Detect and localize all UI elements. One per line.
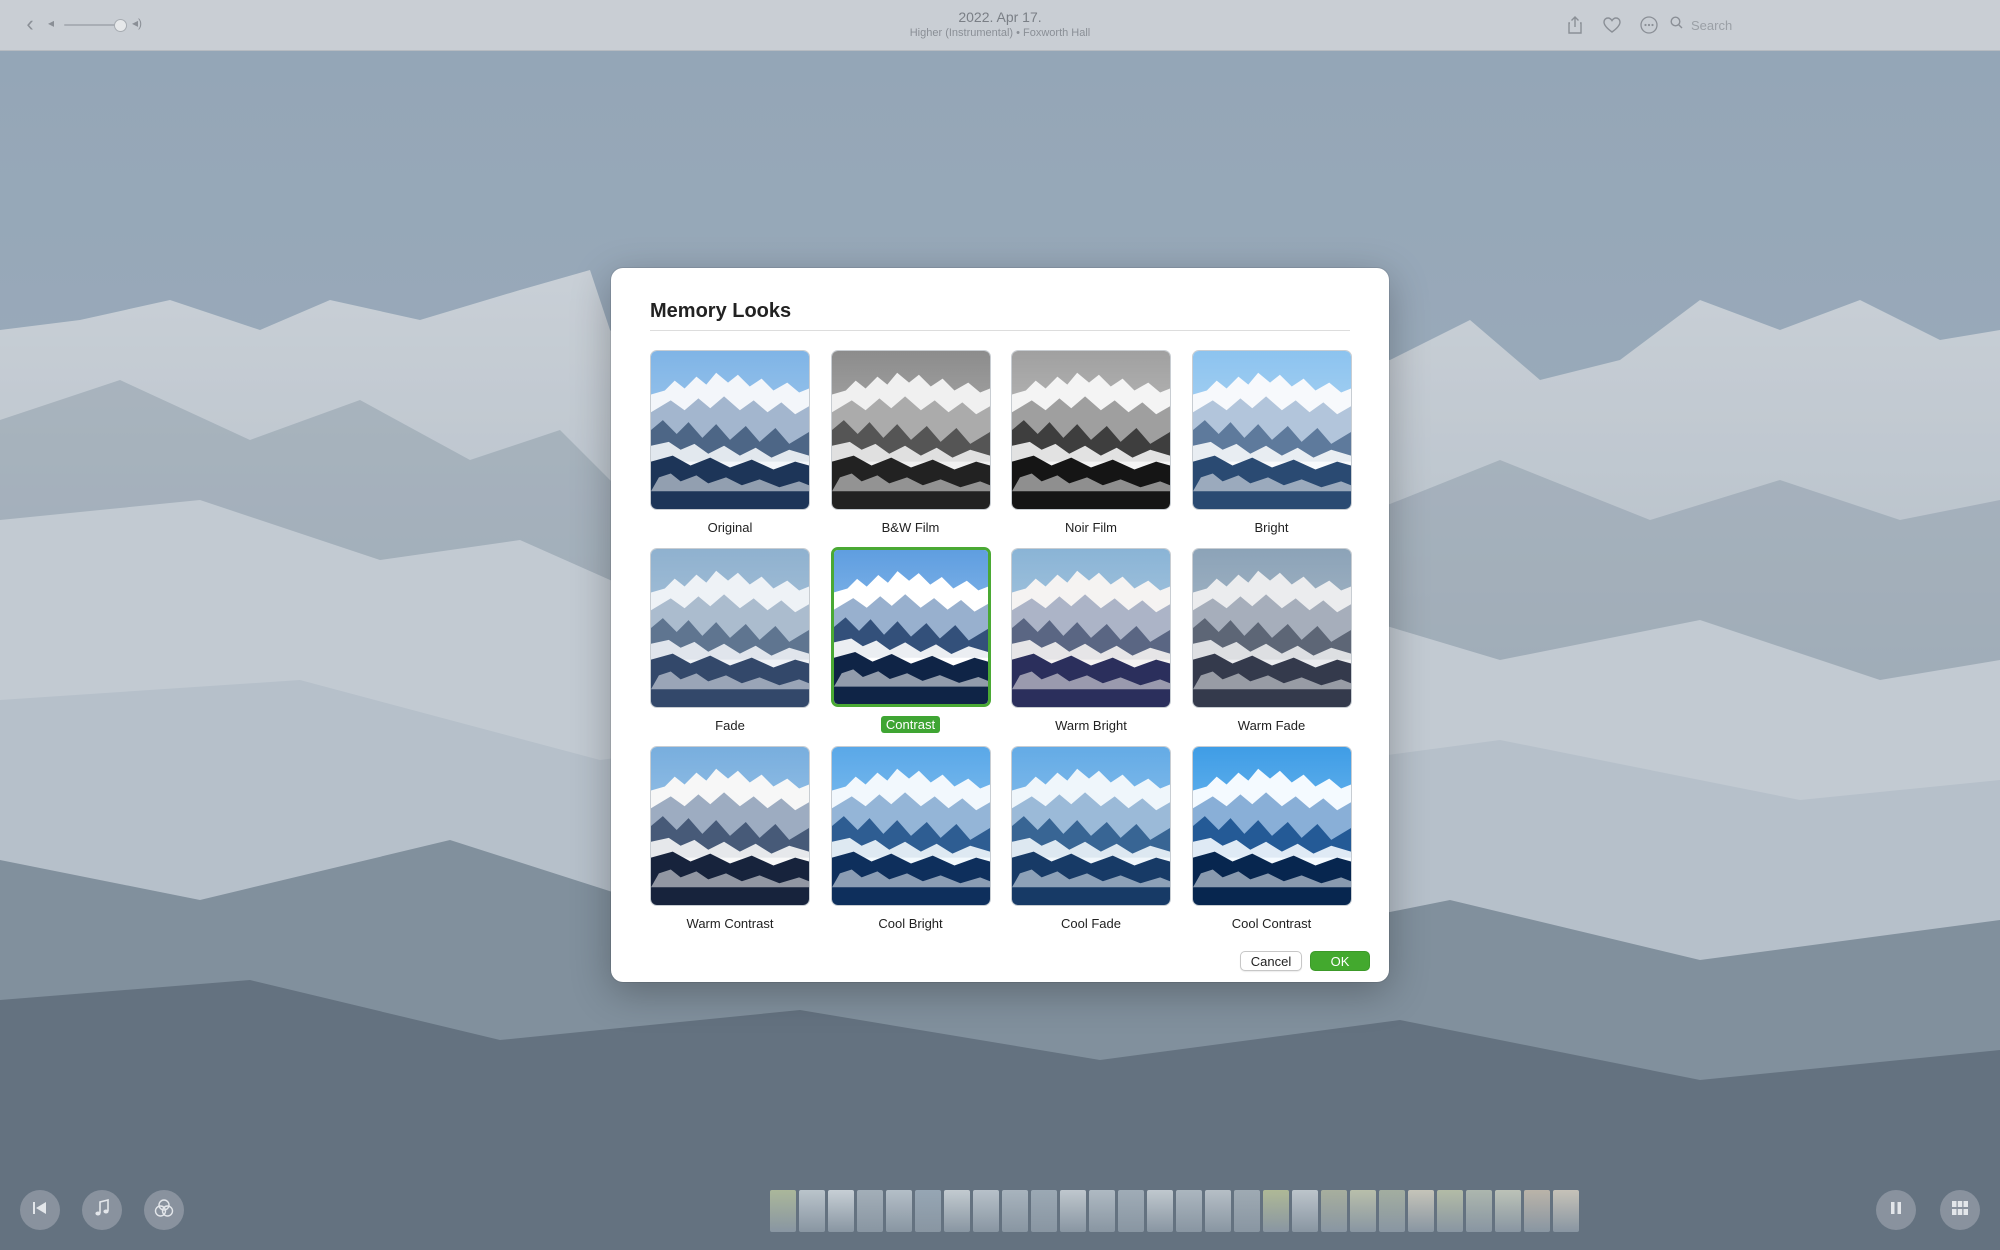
looks-button[interactable]	[144, 1190, 184, 1230]
filmstrip-frame[interactable]	[1089, 1190, 1115, 1232]
filmstrip-frame[interactable]	[1408, 1190, 1434, 1232]
look-thumbnail[interactable]	[1191, 746, 1352, 906]
filmstrip-frame[interactable]	[1350, 1190, 1376, 1232]
filmstrip-frame[interactable]	[1234, 1190, 1260, 1232]
music-note-icon	[94, 1198, 110, 1222]
heart-icon[interactable]	[1599, 12, 1625, 38]
look-thumbnail[interactable]	[1011, 350, 1171, 510]
filmstrip-frame[interactable]	[1205, 1190, 1231, 1232]
look-thumbnail[interactable]	[1011, 548, 1171, 708]
look-option-warmfade[interactable]: Warm Fade	[1191, 548, 1352, 746]
filmstrip-frame[interactable]	[1292, 1190, 1318, 1232]
filmstrip-frame[interactable]	[1321, 1190, 1347, 1232]
look-label: Noir Film	[1065, 520, 1117, 535]
look-option-warmbright[interactable]: Warm Bright	[1011, 548, 1171, 746]
look-option-coolcontrast[interactable]: Cool Contrast	[1191, 746, 1352, 944]
look-option-fade[interactable]: Fade	[650, 548, 810, 746]
look-label: Warm Fade	[1237, 718, 1306, 733]
filmstrip-frame[interactable]	[973, 1190, 999, 1232]
looks-grid: Original B&W Film Noir Film Bright Fade …	[650, 350, 1352, 944]
filmstrip-frame[interactable]	[886, 1190, 912, 1232]
look-thumbnail[interactable]	[1191, 548, 1352, 708]
photo-filmstrip[interactable]	[770, 1190, 1579, 1232]
ok-button[interactable]: OK	[1310, 951, 1370, 971]
look-option-original[interactable]: Original	[650, 350, 810, 548]
more-icon[interactable]	[1636, 12, 1662, 38]
look-thumbnail[interactable]	[650, 746, 810, 906]
title-divider	[650, 330, 1350, 331]
filmstrip-frame[interactable]	[799, 1190, 825, 1232]
look-thumbnail[interactable]	[830, 746, 991, 906]
filmstrip-frame[interactable]	[1524, 1190, 1550, 1232]
filmstrip-frame[interactable]	[1437, 1190, 1463, 1232]
look-thumbnail[interactable]	[1191, 350, 1352, 510]
filmstrip-frame[interactable]	[1379, 1190, 1405, 1232]
grid-icon	[1952, 1200, 1968, 1220]
look-option-coolfade[interactable]: Cool Fade	[1011, 746, 1171, 944]
look-thumbnail[interactable]	[830, 547, 991, 707]
filmstrip-frame[interactable]	[1495, 1190, 1521, 1232]
search-input[interactable]	[1689, 16, 1943, 34]
skip-back-button[interactable]	[20, 1190, 60, 1230]
filmstrip-frame[interactable]	[1466, 1190, 1492, 1232]
looks-icon	[154, 1198, 174, 1222]
look-label: Warm Contrast	[686, 916, 774, 931]
look-label: Warm Bright	[1055, 718, 1127, 733]
filmstrip-frame[interactable]	[915, 1190, 941, 1232]
look-label: Fade	[715, 718, 745, 733]
pause-icon	[1890, 1201, 1902, 1220]
filmstrip-frame[interactable]	[1002, 1190, 1028, 1232]
look-thumbnail[interactable]	[830, 350, 991, 510]
filmstrip-frame[interactable]	[857, 1190, 883, 1232]
filmstrip-frame[interactable]	[1147, 1190, 1173, 1232]
pause-button[interactable]	[1876, 1190, 1916, 1230]
filmstrip-frame[interactable]	[1060, 1190, 1086, 1232]
look-label: Cool Bright	[878, 916, 943, 931]
filmstrip-frame[interactable]	[1263, 1190, 1289, 1232]
filmstrip-frame[interactable]	[944, 1190, 970, 1232]
filmstrip-frame[interactable]	[828, 1190, 854, 1232]
look-thumbnail[interactable]	[1011, 746, 1171, 906]
look-label: Bright	[1254, 520, 1289, 535]
look-thumbnail[interactable]	[650, 350, 810, 510]
skip-back-icon	[32, 1201, 48, 1220]
look-label: B&W Film	[881, 520, 940, 535]
filmstrip-frame[interactable]	[770, 1190, 796, 1232]
look-option-noir[interactable]: Noir Film	[1011, 350, 1171, 548]
look-label: Cool Fade	[1061, 916, 1121, 931]
memory-looks-dialog: Memory Looks Original B&W Film Noir Film…	[611, 268, 1389, 982]
dialog-title: Memory Looks	[650, 300, 792, 322]
look-label: Contrast	[880, 716, 941, 733]
filmstrip-frame[interactable]	[1176, 1190, 1202, 1232]
look-option-bright[interactable]: Bright	[1191, 350, 1352, 548]
filmstrip-frame[interactable]	[1118, 1190, 1144, 1232]
look-option-bw[interactable]: B&W Film	[830, 350, 991, 548]
look-option-warmcontrast[interactable]: Warm Contrast	[650, 746, 810, 944]
look-option-coolbright[interactable]: Cool Bright	[830, 746, 991, 944]
look-label: Original	[707, 520, 753, 535]
look-thumbnail[interactable]	[650, 548, 810, 708]
filmstrip-frame[interactable]	[1031, 1190, 1057, 1232]
cancel-button[interactable]: Cancel	[1240, 951, 1302, 971]
top-toolbar: ‹ ◂ ◂) 2022. Apr 17. Higher (Instrumenta…	[0, 0, 2000, 51]
filmstrip-frame[interactable]	[1553, 1190, 1579, 1232]
look-option-contrast[interactable]: Contrast	[830, 547, 991, 746]
share-icon[interactable]	[1562, 12, 1588, 38]
music-button[interactable]	[82, 1190, 122, 1230]
grid-view-button[interactable]	[1940, 1190, 1980, 1230]
search-field[interactable]	[1670, 13, 1970, 37]
look-label: Cool Contrast	[1231, 916, 1312, 931]
search-icon	[1670, 16, 1683, 34]
